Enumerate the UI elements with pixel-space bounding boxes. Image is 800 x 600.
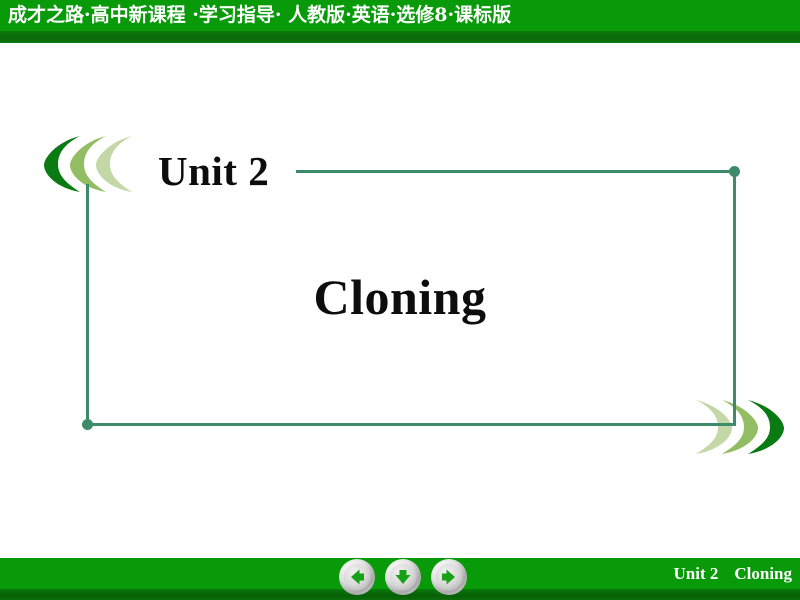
frame-line-bottom: [86, 423, 736, 426]
header-dark-band: [0, 31, 800, 43]
footer-lesson-label: Cloning: [734, 564, 792, 583]
navigation-button-group: [338, 556, 468, 598]
arrow-right-icon: [431, 559, 467, 595]
unit-label: Unit 2: [158, 148, 270, 194]
lesson-title: Cloning: [313, 269, 487, 325]
arrow-down-icon: [385, 559, 421, 595]
next-slide-button[interactable]: [430, 558, 468, 596]
crescent-arrows-right-icon: [696, 400, 784, 454]
frame-dot-bottom-left: [82, 419, 93, 430]
right-crescent-decoration: [684, 398, 794, 456]
presentation-slide: 成才之路·高中新课程 ·学习指导· 人教版·英语·选修8·课标版 Unit 2 …: [0, 0, 800, 600]
previous-slide-button[interactable]: [338, 558, 376, 596]
frame-line-top: [296, 170, 736, 173]
crescent-arrows-left-icon: [44, 136, 132, 192]
down-slide-button[interactable]: [384, 558, 422, 596]
arrow-left-icon: [339, 559, 375, 595]
header-title: 成才之路·高中新课程 ·学习指导· 人教版·英语·选修8·课标版: [8, 4, 512, 26]
frame-dot-top-right: [729, 166, 740, 177]
footer-label: Unit 2 Cloning: [673, 558, 792, 589]
left-crescent-decoration: [34, 134, 144, 194]
header-bar: 成才之路·高中新课程 ·学习指导· 人教版·英语·选修8·课标版: [0, 0, 800, 43]
footer-unit-label: Unit 2: [673, 564, 719, 583]
